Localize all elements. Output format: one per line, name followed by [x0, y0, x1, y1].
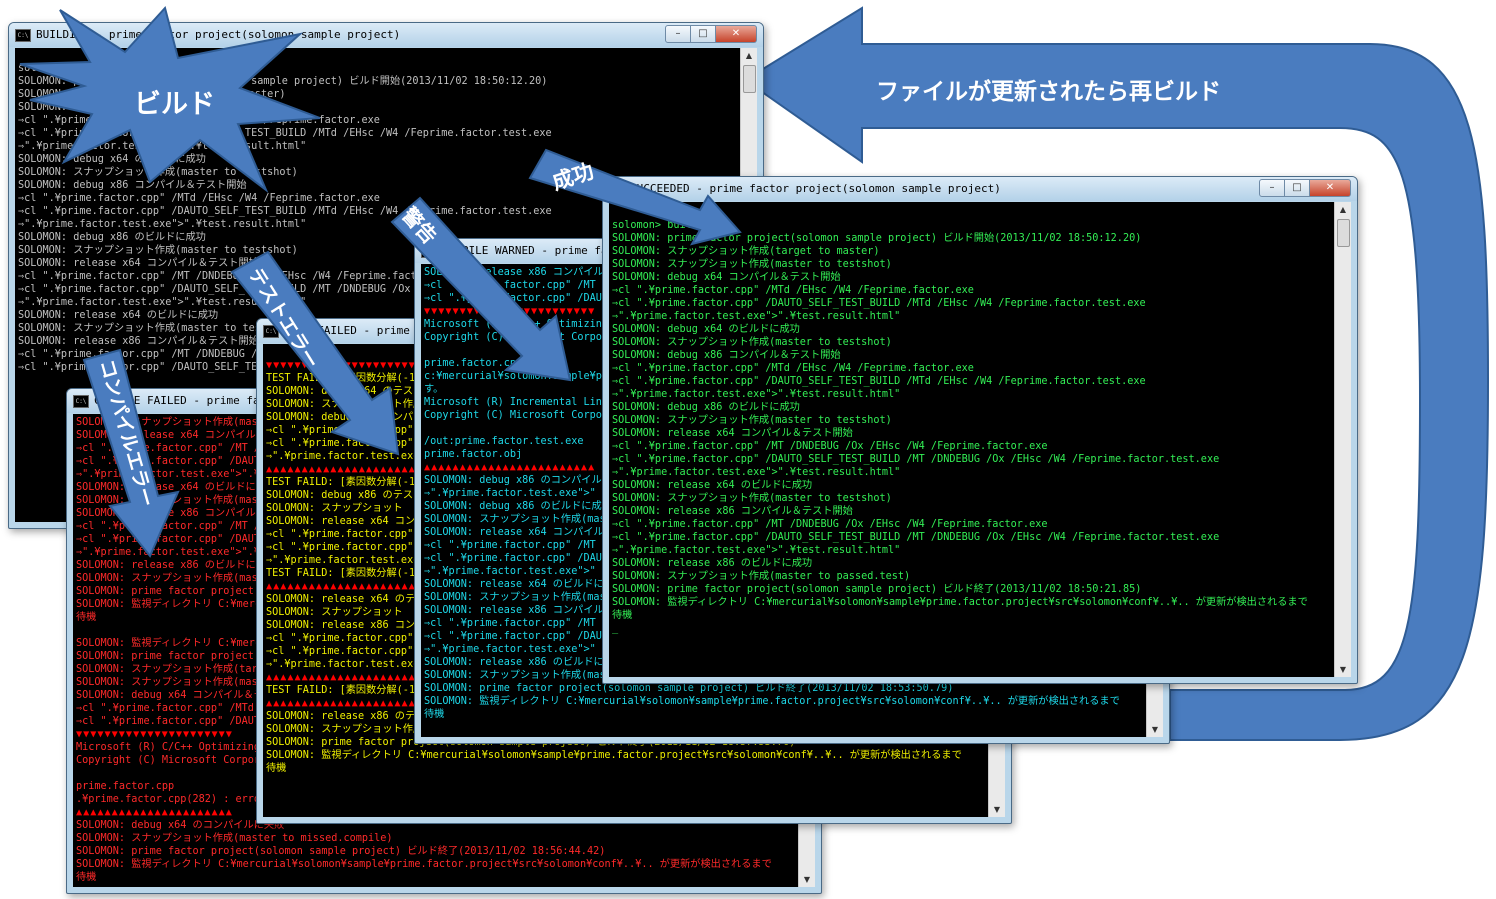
build-callout-label: ビルド — [134, 89, 215, 120]
callout-shapes — [19, 5, 742, 558]
